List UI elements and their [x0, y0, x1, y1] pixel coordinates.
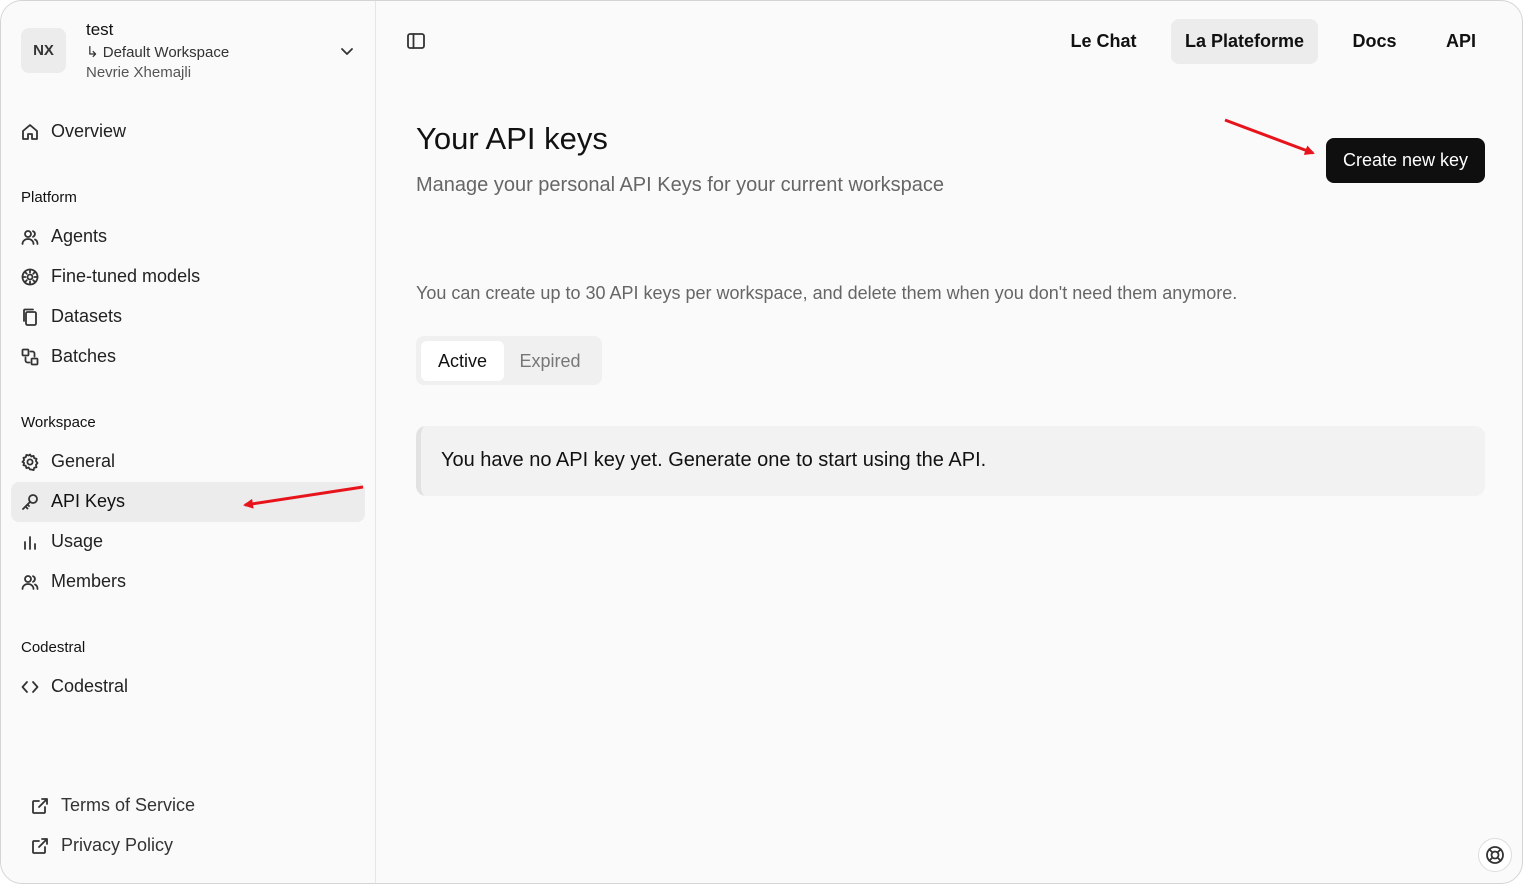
- workspace-name: test: [86, 20, 114, 39]
- topnav-api[interactable]: API: [1431, 19, 1491, 64]
- sidebar-item-api-keys[interactable]: API Keys: [11, 482, 365, 522]
- cog-icon: [21, 268, 39, 286]
- page-subtitle: Manage your personal API Keys for your c…: [416, 174, 945, 196]
- empty-state-message: You have no API key yet. Generate one to…: [441, 449, 987, 471]
- sidebar-item-members[interactable]: Members: [11, 562, 365, 602]
- terms-of-service-link[interactable]: Terms of Service: [21, 786, 361, 826]
- main-content: Le Chat La Plateforme Docs API Your API …: [376, 1, 1522, 883]
- sidebar-item-label: Members: [51, 571, 127, 591]
- footer-link-label: Terms of Service: [61, 795, 196, 815]
- tab-active[interactable]: Active: [421, 341, 504, 381]
- sidebar-item-label: Agents: [51, 226, 108, 246]
- section-label-workspace: Workspace: [21, 414, 96, 431]
- app-window: NX test ↳ Default Workspace Nevrie Xhema…: [0, 0, 1523, 884]
- gear-icon: [21, 453, 39, 471]
- external-link-icon: [32, 838, 48, 854]
- sidebar-item-general[interactable]: General: [11, 442, 365, 482]
- privacy-policy-link[interactable]: Privacy Policy: [21, 826, 361, 866]
- users-icon: [21, 575, 39, 590]
- sidebar-item-codestral[interactable]: Codestral: [11, 667, 365, 707]
- sidebar: NX test ↳ Default Workspace Nevrie Xhema…: [1, 1, 376, 883]
- topnav-docs[interactable]: Docs: [1336, 19, 1413, 64]
- sidebar-item-label: Fine-tuned models: [51, 266, 201, 286]
- copy-icon: [23, 308, 37, 326]
- section-label-platform: Platform: [21, 189, 77, 206]
- lifebuoy-icon: [1486, 846, 1504, 864]
- sidebar-item-label: API Keys: [51, 491, 126, 511]
- empty-state: You have no API key yet. Generate one to…: [416, 426, 1485, 496]
- external-link-icon: [32, 798, 48, 814]
- sidebar-item-datasets[interactable]: Datasets: [11, 297, 365, 337]
- sidebar-item-label: Codestral: [51, 676, 129, 696]
- create-new-key-button[interactable]: Create new key: [1326, 138, 1485, 183]
- key-status-tabs: Active Expired: [416, 336, 602, 385]
- code-icon: [21, 681, 39, 693]
- sidebar-item-usage[interactable]: Usage: [11, 522, 365, 562]
- sidebar-toggle-icon[interactable]: [406, 31, 426, 51]
- tab-expired[interactable]: Expired: [504, 341, 596, 381]
- topnav-la-plateforme[interactable]: La Plateforme: [1171, 19, 1318, 64]
- api-key-limit-info: You can create up to 30 API keys per wor…: [416, 283, 1238, 303]
- sidebar-item-label: Batches: [51, 346, 117, 366]
- sidebar-item-overview[interactable]: Overview: [11, 112, 365, 152]
- sidebar-item-batches[interactable]: Batches: [11, 337, 365, 377]
- shapes-icon: [21, 348, 39, 366]
- bar-chart-icon: [24, 536, 36, 550]
- page-title: Your API keys: [416, 121, 608, 156]
- sidebar-item-agents[interactable]: Agents: [11, 217, 365, 257]
- avatar: NX: [21, 28, 66, 73]
- sidebar-item-fine-tuned-models[interactable]: Fine-tuned models: [11, 257, 365, 297]
- footer-link-label: Privacy Policy: [61, 835, 174, 855]
- users-icon: [21, 230, 39, 245]
- key-icon: [22, 494, 38, 510]
- sidebar-item-label: Overview: [51, 121, 127, 141]
- section-label-codestral: Codestral: [21, 639, 86, 656]
- workspace-user: Nevrie Xhemajli: [86, 64, 192, 81]
- topnav-le-chat[interactable]: Le Chat: [1056, 19, 1151, 64]
- workspace-subtitle: ↳ Default Workspace: [86, 44, 230, 61]
- sidebar-item-label: General: [51, 451, 116, 471]
- workspace-switcher[interactable]: NX test ↳ Default Workspace Nevrie Xhema…: [21, 19, 361, 83]
- home-icon: [22, 124, 38, 140]
- sidebar-item-label: Usage: [51, 531, 104, 551]
- chevron-down-icon: [341, 48, 353, 55]
- sidebar-item-label: Datasets: [51, 306, 123, 326]
- help-button[interactable]: [1478, 838, 1512, 872]
